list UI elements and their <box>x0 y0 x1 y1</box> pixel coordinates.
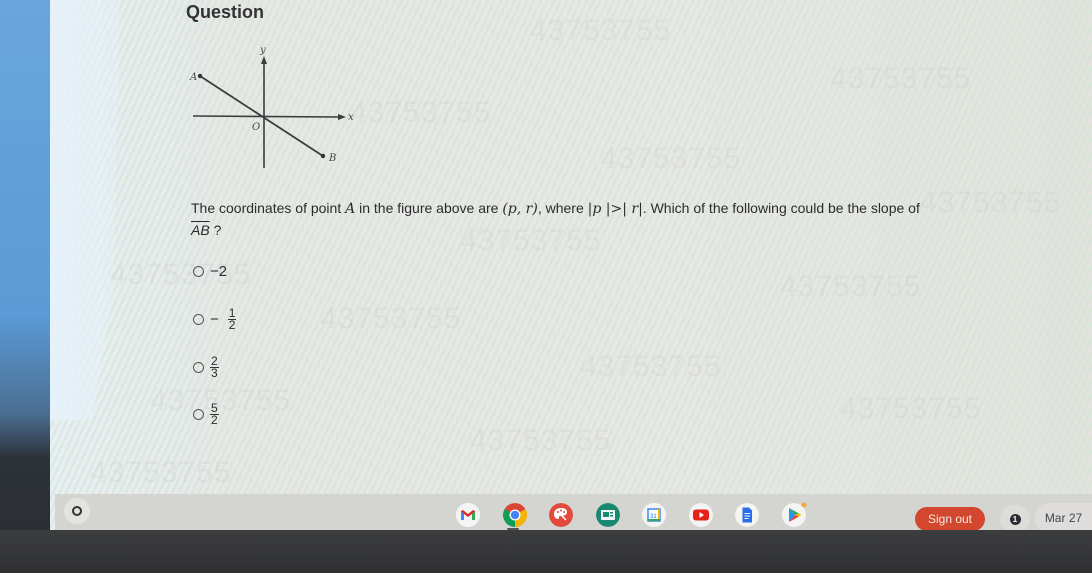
status-area-date[interactable]: Mar 27 <box>1035 503 1092 533</box>
radio-button[interactable] <box>193 409 204 420</box>
coordinate-figure: y x O A B <box>189 45 354 168</box>
y-axis-arrow <box>261 56 267 64</box>
segment-ab-ref: AB <box>191 222 210 238</box>
shelf-app-play-store[interactable] <box>782 502 807 527</box>
origin-label: O <box>252 122 260 133</box>
sign-out-button[interactable]: Sign out <box>915 507 985 531</box>
condition-expression: |p |>| r| <box>587 201 643 217</box>
shelf-app-canvas[interactable] <box>549 503 573 527</box>
x-axis <box>192 115 341 118</box>
point-b-label: B <box>328 153 336 164</box>
y-axis-label: y <box>259 45 266 56</box>
choice-label: −2 <box>210 263 228 280</box>
choice-3[interactable]: 2 3 <box>193 355 219 380</box>
shelf-app-youtube[interactable] <box>689 503 713 527</box>
choice-2[interactable]: − 1 2 <box>193 307 237 332</box>
shelf-app-classroom[interactable] <box>596 503 620 527</box>
question-text-part: , where <box>537 200 584 216</box>
question-text-part: The coordinates of point <box>191 200 342 216</box>
calendar-day: 31 <box>650 514 657 520</box>
radio-button[interactable] <box>193 314 204 325</box>
notification-tray[interactable]: 1 <box>1000 505 1030 533</box>
question-text: The coordinates of point A in the figure… <box>191 198 931 241</box>
choice-fraction: 1 2 <box>227 307 237 332</box>
choice-fraction: 2 3 <box>210 355 219 380</box>
notification-count-badge: 1 <box>1009 513 1021 525</box>
point-a-label: A <box>189 72 197 83</box>
choice-sign: − <box>210 311 219 328</box>
point-a <box>197 73 203 79</box>
play-store-icon <box>782 502 807 527</box>
palette-icon <box>549 503 573 527</box>
youtube-icon <box>689 503 713 527</box>
shelf-app-gmail[interactable] <box>456 503 480 527</box>
shelf-app-calendar[interactable]: 31 <box>642 503 666 527</box>
radio-button[interactable] <box>193 266 204 277</box>
launcher-button[interactable] <box>64 498 90 524</box>
classroom-icon <box>596 503 620 527</box>
radio-button[interactable] <box>193 362 204 373</box>
question-text-part: ? <box>213 222 222 238</box>
shelf-app-chrome[interactable] <box>503 503 527 527</box>
launcher-circle-icon <box>72 506 82 516</box>
choice-1[interactable]: −2 <box>193 263 227 280</box>
gmail-icon <box>456 503 480 527</box>
x-axis-label: x <box>348 112 354 123</box>
denominator: 2 <box>211 413 218 427</box>
point-a-ref: A <box>345 201 356 217</box>
photo-bezel-left <box>0 0 50 573</box>
coordinates-expression: (p, r) <box>502 201 538 217</box>
photo-bezel-bottom <box>0 530 1092 573</box>
docs-icon <box>735 503 759 527</box>
denominator: 3 <box>211 366 218 380</box>
question-title: Question <box>186 2 265 22</box>
question-text-part: in the figure above are <box>359 200 499 216</box>
x-axis-arrow <box>338 114 346 120</box>
point-b <box>320 153 326 159</box>
denominator: 2 <box>228 318 236 332</box>
calendar-icon: 31 <box>642 503 666 527</box>
choice-4[interactable]: 5 2 <box>193 402 219 427</box>
chrome-icon <box>503 503 527 527</box>
question-text-part: . Which of the following could be the sl… <box>642 200 920 216</box>
choice-fraction: 5 2 <box>210 402 219 427</box>
shelf-app-docs[interactable] <box>735 503 759 527</box>
update-badge <box>801 502 807 508</box>
